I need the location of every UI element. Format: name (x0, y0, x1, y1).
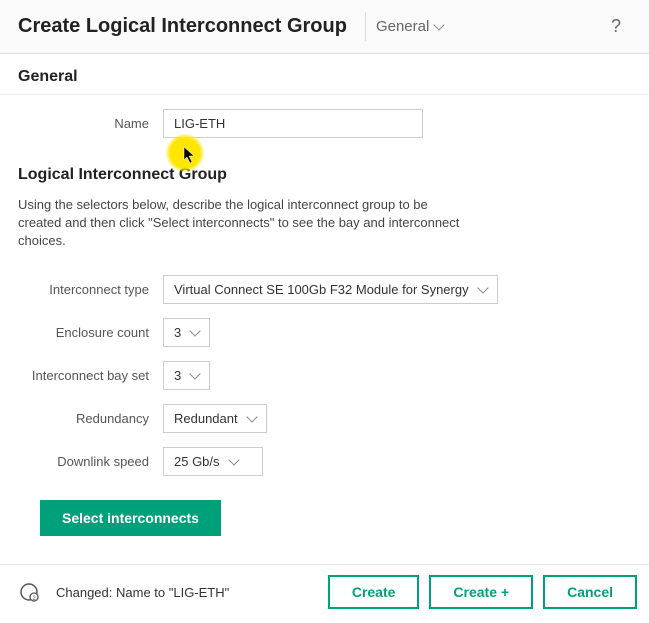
downlink-speed-label: Downlink speed (18, 454, 163, 469)
section-dropdown-label: General (376, 18, 429, 35)
redundancy-value: Redundant (174, 411, 238, 426)
bay-set-row: Interconnect bay set 3 (0, 357, 649, 394)
downlink-speed-select[interactable]: 25 Gb/s (163, 447, 263, 476)
downlink-speed-value: 25 Gb/s (174, 454, 220, 469)
enclosure-count-row: Enclosure count 3 (0, 314, 649, 351)
interconnect-type-row: Interconnect type Virtual Connect SE 100… (0, 271, 649, 308)
name-label: Name (18, 116, 163, 131)
chevron-down-icon (434, 19, 445, 30)
interconnect-type-select[interactable]: Virtual Connect SE 100Gb F32 Module for … (163, 275, 498, 304)
chevron-down-icon (228, 454, 239, 465)
section-dropdown[interactable]: General (365, 12, 453, 41)
cancel-button[interactable]: Cancel (543, 575, 637, 609)
name-row: Name (0, 105, 649, 142)
general-section-title: General (0, 54, 649, 95)
dialog-header: Create Logical Interconnect Group Genera… (0, 0, 649, 54)
name-input[interactable] (163, 109, 423, 138)
help-icon[interactable]: ? (601, 12, 631, 41)
lig-section-title: Logical Interconnect Group (0, 148, 649, 188)
enclosure-count-value: 3 (174, 325, 181, 340)
create-button[interactable]: Create (328, 575, 420, 609)
chevron-down-icon (190, 325, 201, 336)
bay-set-value: 3 (174, 368, 181, 383)
create-plus-button[interactable]: Create + (429, 575, 533, 609)
redundancy-select[interactable]: Redundant (163, 404, 267, 433)
dialog-title: Create Logical Interconnect Group (18, 15, 347, 38)
chevron-down-icon (190, 368, 201, 379)
bay-set-select[interactable]: 3 (163, 361, 210, 390)
redundancy-label: Redundancy (18, 411, 163, 426)
interconnect-type-value: Virtual Connect SE 100Gb F32 Module for … (174, 282, 469, 297)
status-message: Changed: Name to "LIG-ETH" (56, 585, 318, 600)
select-interconnects-button[interactable]: Select interconnects (40, 500, 221, 536)
lig-description: Using the selectors below, describe the … (0, 188, 480, 265)
chevron-down-icon (477, 282, 488, 293)
redundancy-row: Redundancy Redundant (0, 400, 649, 437)
bay-set-label: Interconnect bay set (18, 368, 163, 383)
dialog-footer: 2 Changed: Name to "LIG-ETH" Create Crea… (0, 564, 649, 623)
chevron-down-icon (246, 411, 257, 422)
activity-icon[interactable]: 2 (18, 581, 40, 603)
enclosure-count-select[interactable]: 3 (163, 318, 210, 347)
downlink-speed-row: Downlink speed 25 Gb/s (0, 443, 649, 480)
enclosure-count-label: Enclosure count (18, 325, 163, 340)
interconnect-type-label: Interconnect type (18, 282, 163, 297)
